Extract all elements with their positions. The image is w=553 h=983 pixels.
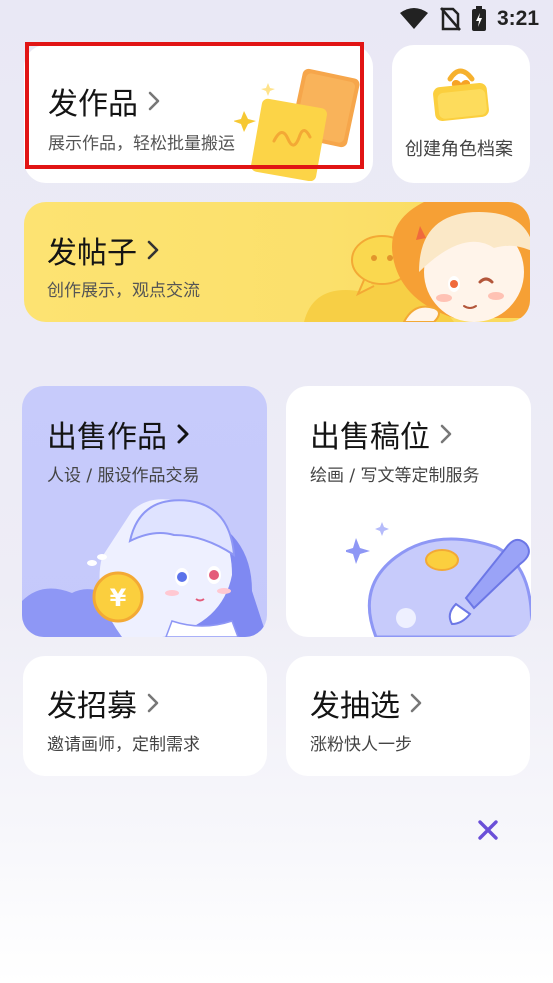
chevron-right-icon — [148, 91, 160, 111]
no-sim-icon — [440, 7, 461, 31]
close-icon — [478, 820, 498, 840]
recruit-title: 发招募 — [47, 681, 165, 725]
wifi-icon — [399, 8, 428, 29]
sell-work-card[interactable]: 出售作品 人设 / 服设作品交易 ¥ — [22, 386, 267, 637]
character-coin-illustration: ¥ — [22, 499, 267, 637]
palette-icon — [346, 522, 531, 637]
lottery-subtitle: 涨粉快人一步 — [310, 735, 412, 755]
status-bar: 3:21 — [0, 0, 553, 38]
status-icons: 3:21 — [399, 6, 539, 32]
sell-slot-title-text: 出售稿位 — [310, 420, 430, 455]
recruit-subtitle: 邀请画师，定制需求 — [47, 735, 200, 755]
sell-slot-title: 出售稿位 — [310, 412, 458, 456]
sell-slot-card[interactable]: 出售稿位 绘画 / 写文等定制服务 — [286, 386, 531, 637]
chevron-right-icon — [410, 693, 422, 713]
status-time: 3:21 — [496, 7, 539, 30]
chevron-right-icon — [440, 424, 452, 444]
close-button[interactable] — [470, 812, 506, 848]
post-thread-title: 发帖子 — [47, 228, 165, 272]
post-work-card[interactable]: 发作品 展示作品，轻松批量搬运 — [24, 45, 373, 183]
paper-stack-icon — [234, 68, 360, 181]
chevron-right-icon — [177, 424, 189, 444]
post-thread-title-text: 发帖子 — [47, 236, 137, 271]
recruit-card[interactable]: 发招募 邀请画师，定制需求 — [23, 656, 267, 776]
lottery-title-text: 发抽选 — [310, 689, 400, 724]
create-role-label: 创建角色档案 — [405, 139, 513, 160]
post-work-title: 发作品 — [48, 79, 166, 123]
folder-heart-icon — [433, 68, 489, 122]
chevron-right-icon — [147, 240, 159, 260]
create-role-card[interactable]: 创建角色档案 — [392, 45, 530, 183]
post-work-subtitle: 展示作品，轻松批量搬运 — [48, 134, 235, 154]
lottery-title: 发抽选 — [310, 681, 428, 725]
post-thread-card[interactable]: 发帖子 创作展示，观点交流 — [24, 202, 530, 322]
yuan-coin-icon: ¥ — [110, 584, 127, 612]
sell-work-title-text: 出售作品 — [47, 420, 167, 455]
chevron-right-icon — [147, 693, 159, 713]
sell-slot-subtitle: 绘画 / 写文等定制服务 — [310, 466, 480, 486]
post-work-title-text: 发作品 — [48, 87, 138, 122]
post-thread-subtitle: 创作展示，观点交流 — [47, 281, 200, 301]
battery-icon — [471, 6, 486, 31]
recruit-title-text: 发招募 — [47, 689, 137, 724]
character-illustration — [304, 202, 530, 322]
sell-work-subtitle: 人设 / 服设作品交易 — [47, 466, 200, 486]
lottery-card[interactable]: 发抽选 涨粉快人一步 — [286, 656, 530, 776]
sell-work-title: 出售作品 — [47, 412, 195, 456]
